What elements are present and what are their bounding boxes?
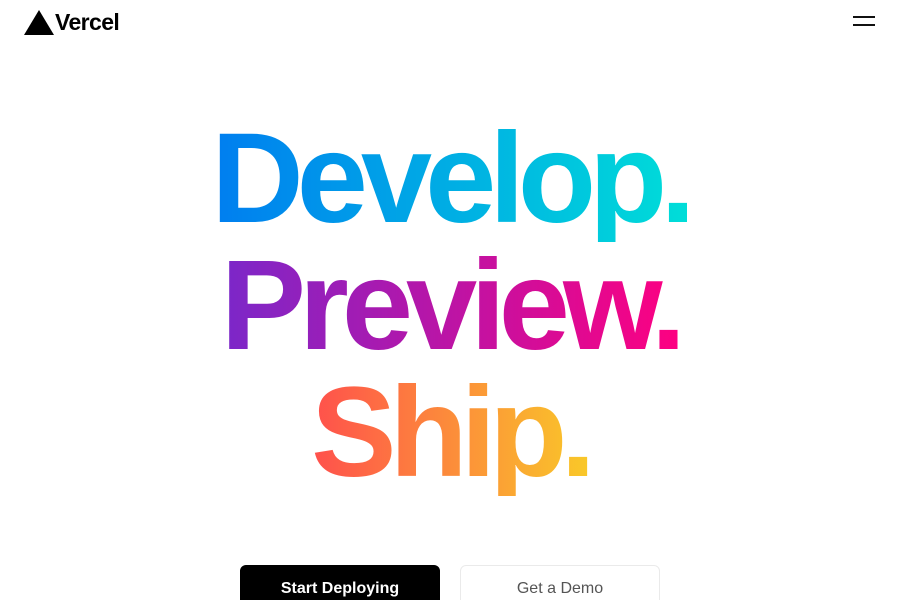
landing-page: Vercel Develop. Preview. Ship. Start Dep…: [0, 0, 900, 600]
get-a-demo-button[interactable]: Get a Demo: [460, 565, 660, 600]
hero-line-ship: Ship.: [0, 369, 900, 497]
hero-line-ship-text: Ship.: [305, 369, 596, 497]
vercel-logo-link[interactable]: Vercel: [24, 8, 120, 36]
hero-line-preview-text: Preview.: [215, 242, 687, 370]
call-to-action-row: Start Deploying Get a Demo: [0, 565, 900, 600]
top-navigation-bar: Vercel: [0, 0, 900, 44]
menu-button[interactable]: [848, 10, 880, 32]
hero-headline: Develop. Preview. Ship.: [0, 115, 900, 497]
hero-line-develop: Develop.: [0, 115, 900, 243]
vercel-triangle-icon: [24, 9, 54, 35]
hero-line-preview: Preview.: [0, 242, 900, 370]
start-deploying-button[interactable]: Start Deploying: [240, 565, 440, 600]
logo-text: Vercel: [55, 8, 120, 35]
hero-line-develop-text: Develop.: [205, 115, 695, 243]
